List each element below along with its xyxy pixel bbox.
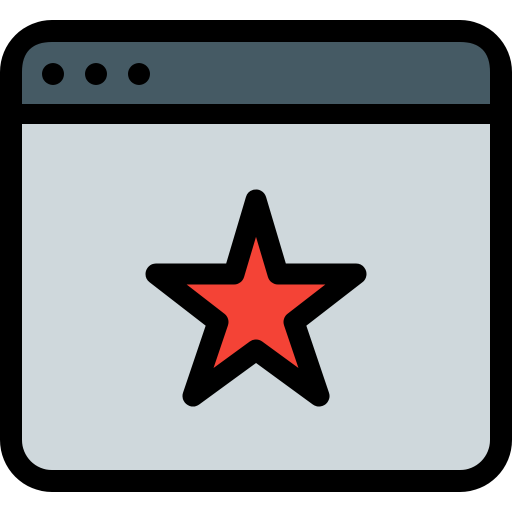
titlebar-dot-3 xyxy=(128,63,150,85)
titlebar-dot-1 xyxy=(42,63,64,85)
browser-window-star-icon xyxy=(0,20,512,492)
icon-canvas xyxy=(0,0,512,512)
window-content-area-top xyxy=(22,124,490,164)
titlebar-dot-2 xyxy=(85,63,107,85)
titlebar-divider xyxy=(22,104,490,124)
